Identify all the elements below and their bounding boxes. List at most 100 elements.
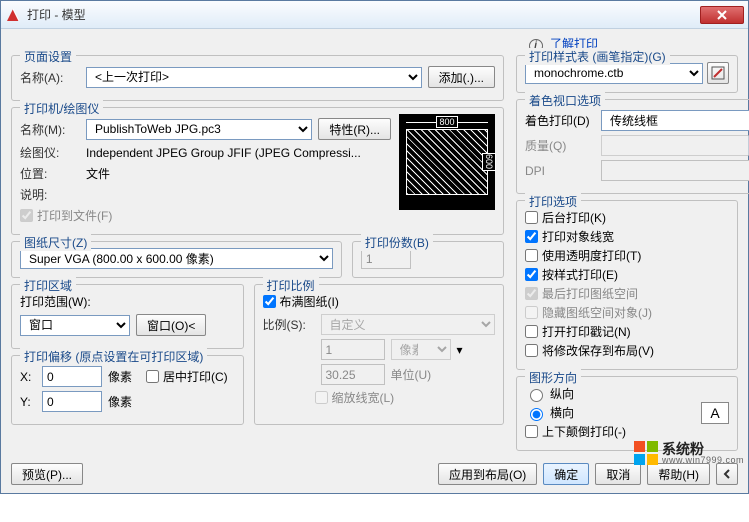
- scale-label: 比例(S):: [263, 316, 315, 333]
- plot-paperspace-last-checkbox: 最后打印图纸空间: [525, 285, 729, 302]
- where-label: 位置:: [20, 165, 80, 182]
- what-to-plot-label: 打印范围(W):: [20, 293, 235, 310]
- what-to-plot-select[interactable]: 窗口: [20, 315, 130, 336]
- plot-style-select[interactable]: monochrome.ctb: [525, 63, 703, 84]
- plot-area-group: 打印区域 打印范围(W): 窗口 窗口(O)<: [11, 284, 244, 349]
- dialog-body: i 了解打印 页面设置 名称(A): <上一次打印> 添加(.)... 打印机/…: [1, 29, 748, 493]
- paper-size-select[interactable]: Super VGA (800.00 x 600.00 像素): [20, 248, 333, 269]
- background-plot-checkbox[interactable]: 后台打印(K): [525, 209, 729, 226]
- printer-legend: 打印机/绘图仪: [20, 100, 103, 117]
- fit-to-paper-input[interactable]: [263, 295, 276, 308]
- apply-to-layout-button[interactable]: 应用到布局(O): [438, 463, 537, 485]
- cancel-button[interactable]: 取消: [595, 463, 641, 485]
- fit-to-paper-label: 布满图纸(I): [280, 293, 339, 310]
- center-plot-input[interactable]: [146, 370, 159, 383]
- scale-denominator-input: [321, 364, 385, 385]
- scale-lineweights-checkbox: 缩放线宽(L): [315, 389, 496, 406]
- preview-width: 800: [436, 116, 457, 128]
- page-setup-name-select[interactable]: <上一次打印>: [86, 67, 422, 88]
- paper-size-legend: 图纸尺寸(Z): [20, 234, 91, 251]
- scale-select: 自定义: [321, 314, 496, 335]
- plot-stamp-checkbox[interactable]: 打开打印戳记(N): [525, 323, 729, 340]
- copies-input: [361, 248, 411, 269]
- printer-properties-button[interactable]: 特性(R)...: [318, 118, 391, 140]
- plot-to-file-label: 打印到文件(F): [37, 207, 112, 224]
- plot-offset-group: 打印偏移 (原点设置在可打印区域) X: 像素 居中打印(C): [11, 355, 244, 425]
- dpi-input: [601, 160, 749, 181]
- landscape-radio[interactable]: 横向: [525, 404, 695, 421]
- plot-to-file-checkbox: 打印到文件(F): [20, 207, 391, 224]
- page-setup-group: 页面设置 名称(A): <上一次打印> 添加(.)...: [11, 55, 504, 101]
- shaded-viewport-legend: 着色视口选项: [525, 92, 605, 109]
- scale-unit-select: 像素: [391, 339, 451, 360]
- quality-select: [601, 135, 749, 156]
- description-label: 说明:: [20, 186, 80, 203]
- offset-x-unit: 像素: [108, 368, 132, 385]
- orientation-group: 图形方向 纵向 横向 上下颠倒打印(-) A: [516, 376, 738, 451]
- center-plot-checkbox[interactable]: 居中打印(C): [146, 368, 228, 385]
- preview-height: 600: [482, 153, 496, 170]
- dialog-footer: 预览(P)... 应用到布局(O) 确定 取消 帮助(H): [11, 457, 738, 485]
- expand-collapse-button[interactable]: [716, 463, 738, 485]
- where-value: 文件: [86, 165, 110, 182]
- portrait-radio[interactable]: 纵向: [525, 385, 695, 402]
- chevron-left-icon: [722, 469, 732, 479]
- save-changes-checkbox[interactable]: 将修改保存到布局(V): [525, 342, 729, 359]
- preview-button[interactable]: 预览(P)...: [11, 463, 83, 485]
- help-button[interactable]: 帮助(H): [647, 463, 710, 485]
- offset-y-input[interactable]: [42, 391, 102, 412]
- scale-den-unit: 单位(U): [391, 366, 432, 383]
- offset-x-label: X:: [20, 370, 36, 384]
- titlebar: 打印 - 模型: [1, 1, 748, 29]
- upside-down-checkbox[interactable]: 上下颠倒打印(-): [525, 423, 695, 440]
- copies-legend: 打印份数(B): [361, 234, 433, 251]
- plot-scale-legend: 打印比例: [263, 277, 319, 294]
- plot-dialog: 打印 - 模型 i 了解打印 页面设置 名称(A): <上一次打印> 添加(.)…: [0, 0, 749, 494]
- plot-to-file-input: [20, 209, 33, 222]
- plot-with-styles-checkbox[interactable]: 按样式打印(E): [525, 266, 729, 283]
- fit-to-paper-checkbox[interactable]: 布满图纸(I): [263, 293, 496, 310]
- app-icon: [5, 7, 21, 23]
- plot-offset-legend: 打印偏移 (原点设置在可打印区域): [20, 348, 207, 365]
- plot-transparency-checkbox[interactable]: 使用透明度打印(T): [525, 247, 729, 264]
- dpi-label: DPI: [525, 164, 595, 178]
- plot-area-legend: 打印区域: [20, 277, 76, 294]
- window-title: 打印 - 模型: [27, 6, 700, 23]
- window-pick-button[interactable]: 窗口(O)<: [136, 314, 206, 336]
- offset-y-label: Y:: [20, 395, 36, 409]
- paper-size-group: 图纸尺寸(Z) Super VGA (800.00 x 600.00 像素): [11, 241, 342, 278]
- page-setup-name-label: 名称(A):: [20, 69, 80, 86]
- printer-name-label: 名称(M):: [20, 121, 80, 138]
- paper-preview: 800 600: [399, 114, 495, 210]
- plot-scale-group: 打印比例 布满图纸(I) 比例(S): 自定义 像素: [254, 284, 505, 425]
- quality-label: 质量(Q): [525, 137, 595, 154]
- offset-y-unit: 像素: [108, 393, 132, 410]
- close-button[interactable]: [700, 6, 744, 24]
- scale-lineweights-input: [315, 391, 328, 404]
- printer-name-select[interactable]: PublishToWeb JPG.pc3: [86, 119, 312, 140]
- scale-numerator-input: [321, 339, 385, 360]
- plot-options-legend: 打印选项: [525, 193, 581, 210]
- printer-group: 打印机/绘图仪 名称(M): PublishToWeb JPG.pc3 特性(R…: [11, 107, 504, 235]
- plotter-label: 绘图仪:: [20, 144, 80, 161]
- orientation-legend: 图形方向: [525, 369, 581, 386]
- plot-options-group: 打印选项 后台打印(K) 打印对象线宽 使用透明度打印(T) 按样式打印(E) …: [516, 200, 738, 370]
- ok-button[interactable]: 确定: [543, 463, 589, 485]
- plot-style-edit-button[interactable]: [707, 62, 729, 84]
- equals-icon: ▾: [457, 343, 463, 357]
- shade-plot-label: 着色打印(D): [525, 112, 595, 129]
- page-setup-add-button[interactable]: 添加(.)...: [428, 66, 495, 88]
- copies-group: 打印份数(B): [352, 241, 504, 278]
- center-plot-label: 居中打印(C): [163, 368, 228, 385]
- plot-style-group: 打印样式表 (画笔指定)(G) monochrome.ctb: [516, 55, 738, 93]
- orientation-icon: A: [701, 402, 729, 424]
- plotter-value: Independent JPEG Group JFIF (JPEG Compre…: [86, 146, 361, 160]
- plot-lineweights-checkbox[interactable]: 打印对象线宽: [525, 228, 729, 245]
- offset-x-input[interactable]: [42, 366, 102, 387]
- scale-lineweights-label: 缩放线宽(L): [332, 389, 395, 406]
- plot-style-legend: 打印样式表 (画笔指定)(G): [525, 48, 670, 65]
- shade-plot-select[interactable]: 传统线框: [601, 110, 749, 131]
- shaded-viewport-group: 着色视口选项 着色打印(D) 传统线框 质量(Q) DPI: [516, 99, 749, 194]
- page-setup-legend: 页面设置: [20, 48, 76, 65]
- hide-paperspace-checkbox: 隐藏图纸空间对象(J): [525, 304, 729, 321]
